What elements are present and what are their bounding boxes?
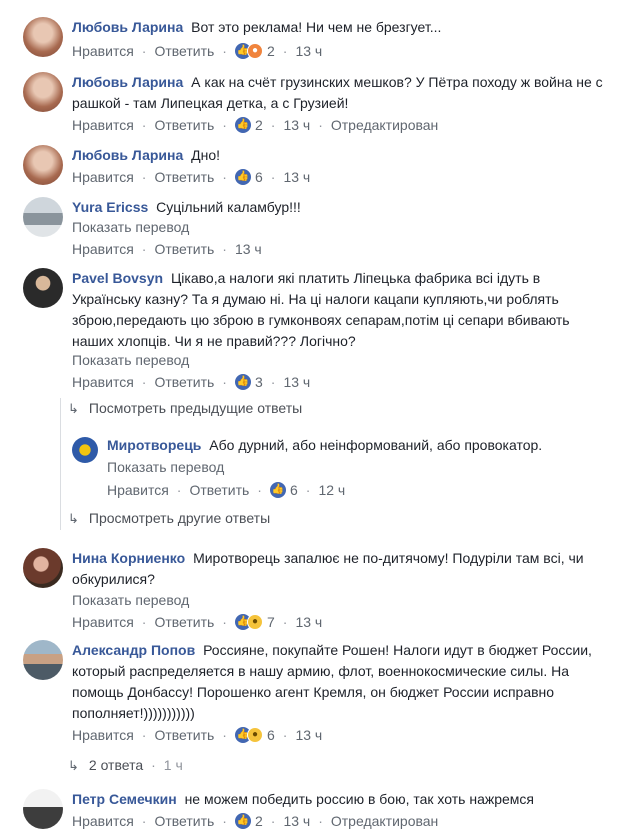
comment-author[interactable]: Петр Семечкин (72, 791, 177, 807)
avatar[interactable] (23, 268, 63, 308)
avatar[interactable] (23, 640, 63, 680)
comment-text: не можем победить россию в бою, так хоть… (184, 791, 535, 807)
like-button[interactable]: Нравится (72, 239, 134, 259)
avatar[interactable] (23, 548, 63, 588)
comment-author[interactable]: Pavel Bovsyn (72, 270, 163, 286)
like-button[interactable]: Нравится (72, 372, 134, 392)
like-button[interactable]: Нравится (72, 167, 134, 187)
reactions[interactable]: 👍 6 (269, 480, 298, 500)
reply-arrow-icon: ↳ (68, 511, 79, 526)
view-previous-replies-link[interactable]: ↳ Посмотреть предыдущие ответы (68, 398, 302, 419)
timestamp[interactable]: 13 ч (283, 167, 310, 187)
like-button[interactable]: Нравится (72, 41, 134, 61)
show-translation-link[interactable]: Показать перевод (72, 350, 189, 370)
timestamp[interactable]: 13 ч (283, 811, 310, 831)
thread-line (60, 398, 61, 530)
reply-button[interactable]: Ответить (154, 725, 214, 745)
timestamp[interactable]: 13 ч (295, 612, 322, 632)
comment-author[interactable]: Любовь Ларина (72, 19, 183, 35)
thumbs-up-icon: 👍 (234, 169, 251, 185)
avatar[interactable] (23, 17, 63, 57)
reactions[interactable]: 👍 6 (234, 167, 263, 187)
timestamp[interactable]: 13 ч (283, 372, 310, 392)
reactions[interactable]: 👍 ● 7 (234, 612, 275, 632)
avatar[interactable] (23, 72, 63, 112)
like-button[interactable]: Нравится (107, 480, 169, 500)
reply-button[interactable]: Ответить (154, 41, 214, 61)
avatar[interactable] (72, 437, 98, 463)
comment-author[interactable]: Yura Ericss (72, 199, 148, 215)
edited-label: Отредактирован (330, 117, 439, 133)
avatar[interactable] (23, 197, 63, 237)
comment-author[interactable]: Миротворець (107, 437, 201, 453)
show-translation-link[interactable]: Показать перевод (72, 217, 189, 237)
comment-author[interactable]: Александр Попов (72, 642, 195, 658)
comment-text: Або дурний, або неінформований, або пров… (209, 437, 543, 453)
thumbs-up-icon: 👍 (234, 117, 251, 133)
reactions[interactable]: 👍 ● 6 (234, 725, 275, 745)
comment-text: Вот это реклама! Ни чем не брезгует... (191, 19, 442, 35)
timestamp[interactable]: 13 ч (295, 725, 322, 745)
show-translation-link[interactable]: Показать перевод (107, 457, 224, 477)
reply-button[interactable]: Ответить (154, 115, 214, 135)
avatar[interactable] (23, 789, 63, 829)
avatar[interactable] (23, 145, 63, 185)
reply-arrow-icon: ↳ (68, 401, 79, 416)
edited-label: Отредактирован (330, 813, 439, 829)
like-button[interactable]: Нравится (72, 725, 134, 745)
comment-author[interactable]: Нина Корниенко (72, 550, 185, 566)
comment-author[interactable]: Любовь Ларина (72, 147, 183, 163)
reply-button[interactable]: Ответить (189, 480, 249, 500)
reply-button[interactable]: Ответить (154, 239, 214, 259)
timestamp[interactable]: 13 ч (295, 41, 322, 61)
replies-timestamp: 1 ч (163, 757, 183, 773)
comment-text: Суцільний каламбур!!! (156, 199, 301, 215)
reply-arrow-icon: ↳ (68, 758, 79, 773)
reply-button[interactable]: Ответить (154, 167, 214, 187)
reactions[interactable]: 👍 ● 2 (234, 41, 275, 61)
like-button[interactable]: Нравится (72, 115, 134, 135)
reactions[interactable]: 👍 2 (234, 811, 263, 831)
reply-button[interactable]: Ответить (154, 612, 214, 632)
like-button[interactable]: Нравится (72, 811, 134, 831)
thumbs-up-icon: 👍 (269, 482, 286, 498)
comment-author[interactable]: Любовь Ларина (72, 74, 183, 90)
haha-emoji-icon: ● (246, 727, 263, 743)
like-button[interactable]: Нравится (72, 612, 134, 632)
show-translation-link[interactable]: Показать перевод (72, 590, 189, 610)
view-other-replies-link[interactable]: ↳ Просмотреть другие ответы (68, 508, 270, 529)
timestamp[interactable]: 12 ч (318, 480, 345, 500)
reactions[interactable]: 👍 3 (234, 372, 263, 392)
reply-button[interactable]: Ответить (154, 811, 214, 831)
comment-text: Дно! (191, 147, 221, 163)
timestamp[interactable]: 13 ч (283, 115, 310, 135)
reply-button[interactable]: Ответить (154, 372, 214, 392)
reactions[interactable]: 👍 2 (234, 115, 263, 135)
thumbs-up-icon: 👍 (234, 813, 251, 829)
timestamp[interactable]: 13 ч (235, 239, 262, 259)
view-replies-link[interactable]: ↳ 2 ответа · 1 ч (68, 755, 183, 776)
angry-emoji-icon: ● (246, 43, 263, 59)
haha-emoji-icon: ● (246, 614, 263, 630)
thumbs-up-icon: 👍 (234, 374, 251, 390)
